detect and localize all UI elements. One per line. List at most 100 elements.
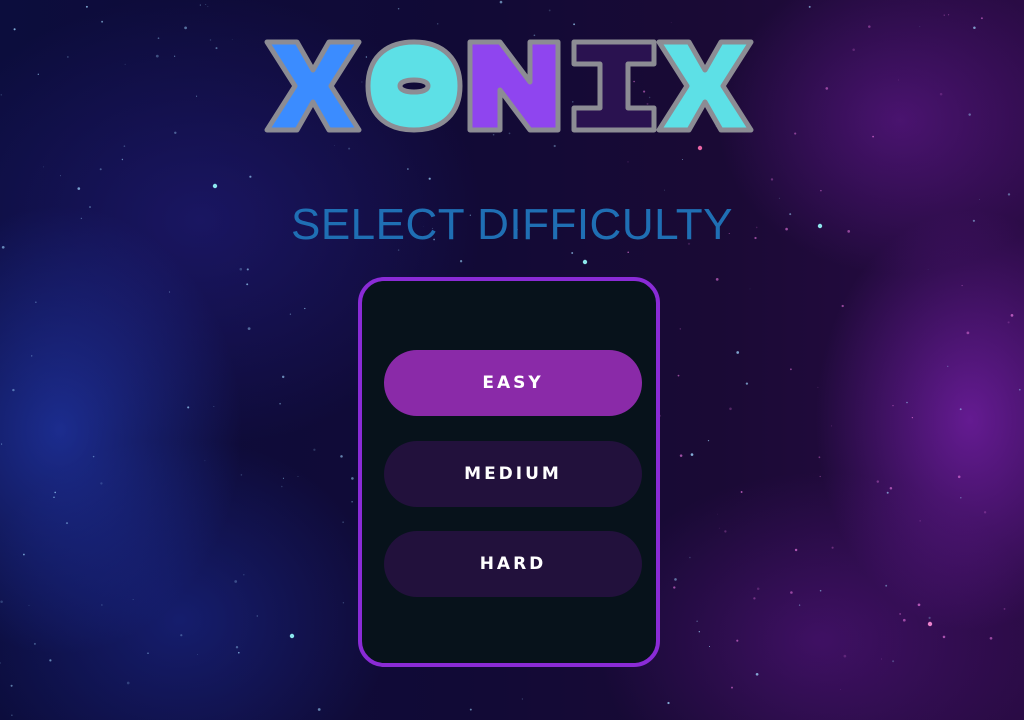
star (942, 635, 946, 639)
star (698, 631, 700, 633)
star (820, 189, 822, 192)
medium-button[interactable]: MEDIUM (384, 441, 642, 507)
star (818, 456, 821, 459)
star (825, 87, 829, 90)
star (1, 443, 3, 445)
star (756, 587, 760, 590)
star (101, 20, 104, 23)
star (282, 477, 284, 479)
star (12, 388, 15, 392)
difficulty-panel: EASY MEDIUM HARD (358, 277, 660, 667)
star (673, 586, 676, 589)
bright-star (697, 145, 703, 151)
star (187, 406, 190, 409)
star (841, 304, 844, 308)
star (28, 604, 30, 606)
star (736, 639, 739, 642)
star (919, 26, 921, 28)
star (928, 616, 931, 619)
star (407, 168, 409, 170)
star (571, 252, 574, 254)
star (927, 269, 929, 270)
star (664, 189, 666, 191)
star (843, 654, 847, 658)
star (778, 197, 780, 199)
star (289, 313, 292, 315)
star (740, 491, 743, 493)
star (33, 642, 36, 645)
star (819, 475, 821, 478)
star (948, 14, 950, 16)
star (239, 267, 243, 271)
star (180, 634, 183, 637)
star (238, 651, 240, 654)
star (243, 574, 245, 576)
bright-star (212, 183, 218, 189)
star (553, 144, 556, 148)
star (989, 636, 993, 640)
star (65, 522, 69, 525)
star (132, 599, 134, 600)
star (256, 615, 258, 617)
star (966, 331, 970, 335)
star (43, 166, 45, 168)
star (817, 386, 819, 388)
star (174, 55, 176, 57)
star (121, 158, 124, 161)
star (0, 94, 3, 96)
star (428, 177, 431, 180)
star (499, 0, 503, 4)
logo-letter-i (571, 39, 657, 133)
star (342, 521, 344, 523)
star (670, 22, 672, 23)
star (492, 133, 495, 136)
bright-star (927, 621, 933, 627)
star (1007, 321, 1010, 324)
star (892, 660, 895, 663)
star (548, 9, 551, 12)
star (342, 602, 345, 604)
star (770, 178, 774, 181)
star (231, 39, 233, 40)
star (49, 659, 52, 662)
star (53, 496, 55, 499)
star (886, 491, 889, 494)
star (573, 23, 576, 26)
star (696, 620, 698, 622)
star (1007, 193, 1011, 196)
star (126, 681, 130, 685)
star (247, 327, 251, 330)
star (92, 455, 95, 458)
star (790, 591, 793, 594)
star (101, 604, 103, 606)
star (852, 48, 855, 51)
star (674, 578, 677, 581)
star (718, 527, 720, 529)
star (943, 14, 945, 16)
logo-letter-x-2 (656, 39, 754, 133)
star (348, 147, 351, 150)
star (459, 260, 463, 263)
star (317, 708, 321, 711)
star (54, 491, 57, 494)
star (10, 684, 13, 687)
star (123, 145, 126, 147)
star (830, 425, 832, 427)
star (215, 47, 218, 50)
star (213, 406, 215, 407)
star (124, 63, 126, 65)
star (297, 476, 299, 477)
star (437, 23, 439, 25)
game-logo (263, 38, 763, 134)
star (207, 5, 209, 8)
easy-button[interactable]: EASY (384, 350, 642, 416)
logo-letter-n (467, 39, 561, 133)
star (85, 5, 88, 8)
star (980, 17, 983, 20)
star (174, 131, 177, 135)
hard-button[interactable]: HARD (384, 531, 642, 597)
star (753, 597, 756, 600)
star (0, 662, 1, 664)
star (708, 645, 711, 648)
star (234, 580, 238, 583)
